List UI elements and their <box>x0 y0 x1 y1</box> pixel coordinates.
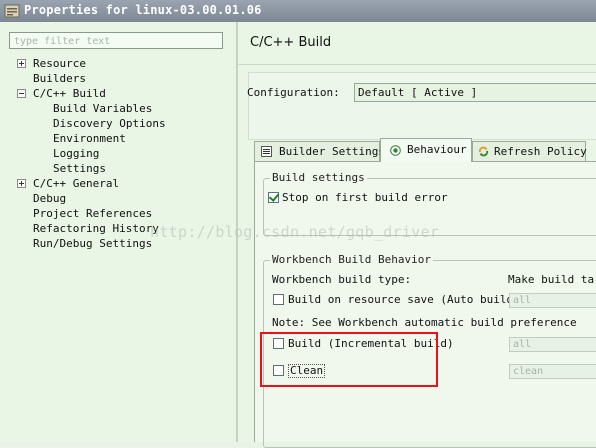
properties-icon <box>4 4 20 18</box>
tree-item-project-references[interactable]: Project References <box>33 206 152 221</box>
auto-build-checkbox[interactable] <box>273 294 284 305</box>
refresh-icon <box>478 146 489 157</box>
clean-label: Clean <box>288 364 326 378</box>
tree-item-environment[interactable]: Environment <box>53 131 126 146</box>
workbench-legend: Workbench Build Behavior <box>270 253 433 266</box>
window-titlebar[interactable]: Properties for linux-03.00.01.06 <box>0 0 596 22</box>
tree-item-refactoring-history[interactable]: Refactoring History <box>33 221 159 236</box>
tree-item-builders[interactable]: Builders <box>33 71 86 86</box>
tree-item-logging[interactable]: Logging <box>53 146 99 161</box>
page-title: C/C++ Build <box>250 35 332 50</box>
workbench-group: Workbench Build Behavior <box>263 253 596 448</box>
expand-icon[interactable] <box>17 59 26 68</box>
window-title: Properties for linux-03.00.01.06 <box>24 3 262 17</box>
incremental-build-label: Build (Incremental build) <box>288 337 454 350</box>
tree-item-run-debug-settings[interactable]: Run/Debug Settings <box>33 236 152 251</box>
workbench-note: Note: See Workbench automatic build pref… <box>272 316 577 329</box>
expand-icon[interactable] <box>17 179 26 188</box>
incremental-build-checkbox[interactable] <box>273 338 284 349</box>
watermark: http://blog.csdn.net/gqb_driver <box>150 223 440 241</box>
incremental-target-input[interactable]: all <box>509 337 596 352</box>
clean-target-input[interactable]: clean <box>509 364 596 379</box>
tab-behaviour[interactable]: Behaviour <box>380 138 472 162</box>
tree-item-debug[interactable]: Debug <box>33 191 66 206</box>
stop-on-error-label: Stop on first build error <box>282 191 448 204</box>
radio-icon <box>390 145 401 156</box>
configuration-label: Configuration: <box>247 86 340 99</box>
tab-refresh-policy[interactable]: Refresh Policy <box>472 141 587 161</box>
title-divider <box>238 64 596 65</box>
build-type-label: Workbench build type: <box>272 273 412 286</box>
build-settings-legend: Build settings <box>270 171 367 184</box>
auto-build-target-input[interactable]: all <box>509 293 596 308</box>
auto-build-label: Build on resource save (Auto build) <box>288 293 520 306</box>
tree-item-build-variables[interactable]: Build Variables <box>53 101 152 116</box>
make-target-label: Make build targ <box>508 273 596 286</box>
clean-checkbox[interactable] <box>273 365 284 376</box>
tree-item-discovery-options[interactable]: Discovery Options <box>53 116 166 131</box>
settings-list-icon <box>261 146 272 157</box>
behaviour-panel: Build settings Stop on first build error… <box>254 161 596 448</box>
collapse-icon[interactable] <box>17 89 26 98</box>
tab-builder-settings[interactable]: Builder Settings <box>254 141 385 161</box>
configuration-select[interactable]: Default [ Active ] <box>354 83 596 102</box>
tree-item-settings[interactable]: Settings <box>53 161 106 176</box>
stop-on-error-checkbox[interactable] <box>268 192 279 203</box>
filter-input[interactable]: type filter text <box>9 32 223 49</box>
